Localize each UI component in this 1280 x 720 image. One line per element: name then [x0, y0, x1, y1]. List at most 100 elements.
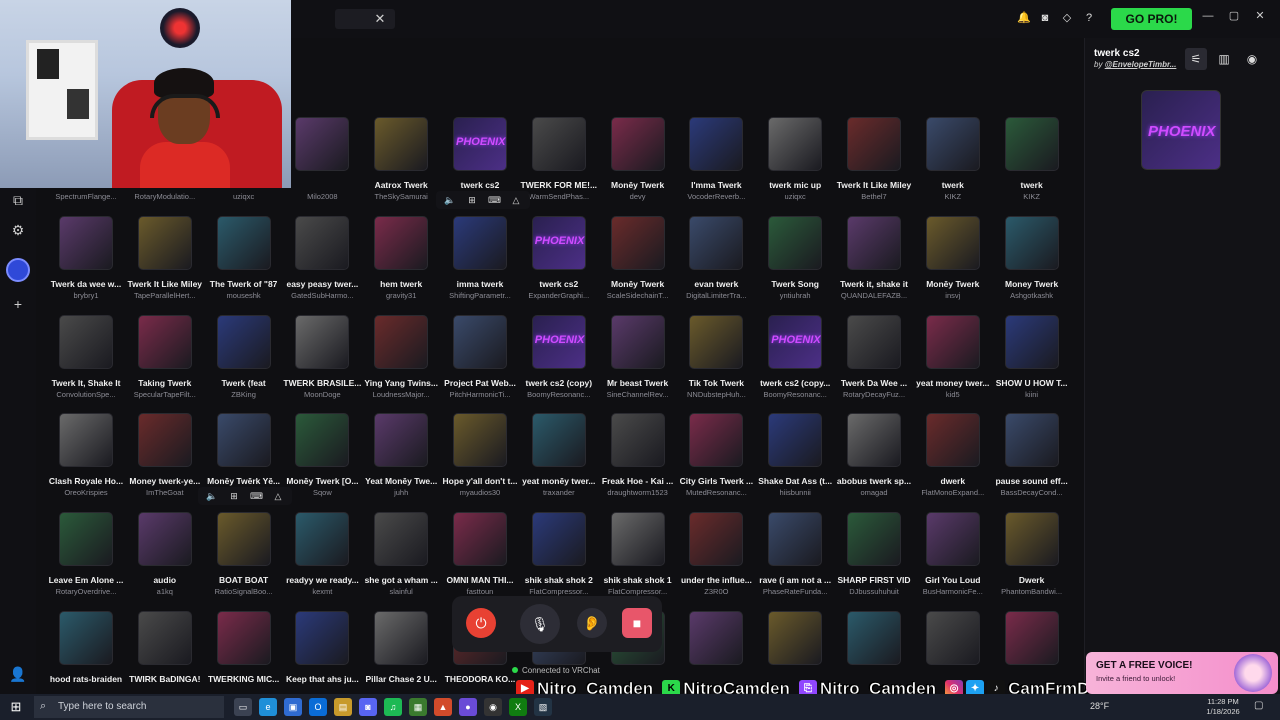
power-button[interactable]: ⏻: [466, 608, 496, 638]
sound-tile[interactable]: Twerk It Like Miley TapeParallelHert...: [125, 209, 205, 305]
sound-tile[interactable]: shik shak shok 1 FlatCompressor...: [598, 505, 678, 601]
sound-tile[interactable]: rave (i am not a ... PhaseRateFunda...: [755, 505, 835, 601]
sound-tile[interactable]: yeat monēy twer... traxander: [519, 406, 599, 502]
sound-tile[interactable]: Clash Royale Ho... OreoKrispies: [46, 406, 126, 502]
sound-tile[interactable]: TWIRK BaDINGA!: [125, 604, 205, 694]
sound-tile[interactable]: Pillar Chase 2 U...: [361, 604, 441, 694]
sound-tile[interactable]: Girl You Loud BusHarmonicFe...: [913, 505, 993, 601]
gear-icon[interactable]: ⚙: [8, 220, 28, 240]
sound-tile[interactable]: yeat money twer... kid5: [913, 308, 993, 404]
sound-tile[interactable]: twerk cs2 (copy...BoomyResonanc...: [755, 308, 835, 404]
bell-icon[interactable]: 🔔: [1017, 10, 1031, 26]
sound-tile[interactable]: Twerk (feat ZBKing: [204, 308, 284, 404]
sound-tile[interactable]: Dwerk PhantomBandwi...: [992, 505, 1072, 601]
sound-tile[interactable]: twerk mic up uziqxc: [755, 110, 835, 206]
sound-tile[interactable]: Keep that ahs ju...: [282, 604, 362, 694]
sound-tile[interactable]: Hope y'all don't t... myaudios30: [440, 406, 520, 502]
window-close-icon[interactable]: ✕: [1254, 8, 1266, 24]
microphone-button[interactable]: 🎙: [520, 604, 560, 644]
notification-icon[interactable]: ▢: [1254, 699, 1268, 713]
sound-tile[interactable]: Money Twerk Ashgotkashk: [992, 209, 1072, 305]
maximize-icon[interactable]: ▢: [1228, 8, 1240, 24]
sound-tile[interactable]: Yeat Monēy Twe... juhh: [361, 406, 441, 502]
sound-tile[interactable]: Shake Dat Ass (t... hiisbunnii: [755, 406, 835, 502]
sound-tile[interactable]: Project Pat Web... PitchHarmonicTi...: [440, 308, 520, 404]
sound-tile[interactable]: Ying Yang Twins... LoudnessMajor...: [361, 308, 441, 404]
help-icon[interactable]: ?: [1083, 10, 1095, 26]
sound-tile[interactable]: hood rats-braiden: [46, 604, 126, 694]
keybind-icon[interactable]: ⌨: [488, 194, 501, 206]
sound-tile[interactable]: Money twerk-ye... ImTheGoat: [125, 406, 205, 502]
sound-tile[interactable]: twerk cs2 (copy)BoomyResonanc...: [519, 308, 599, 404]
sound-tile[interactable]: Twerk it, shake it QUANDALEFAZB...: [834, 209, 914, 305]
app-icon[interactable]: ▧: [534, 698, 552, 716]
warning-icon[interactable]: △: [510, 194, 522, 206]
sound-tile[interactable]: Twerk It Like Miley Bethel7: [834, 110, 914, 206]
outlook-icon[interactable]: O: [309, 698, 327, 716]
sound-tile[interactable]: hem twerk gravity31: [361, 209, 441, 305]
sound-tile[interactable]: The Twerk of "87 mouseshk: [204, 209, 284, 305]
sound-tile[interactable]: Twerk da wee w... brybry1: [46, 209, 126, 305]
discord-icon[interactable]: ◙: [1039, 10, 1051, 26]
discord-taskbar-icon[interactable]: ◙: [359, 698, 377, 716]
sound-tile[interactable]: I'mma Twerk VocoderReverb...: [676, 110, 756, 206]
add-to-board-icon[interactable]: ⊞: [228, 490, 240, 502]
sound-tile[interactable]: twerk KIKZ: [913, 110, 993, 206]
sound-tile[interactable]: OMNI MAN THI... fasttoun: [440, 505, 520, 601]
sound-tile[interactable]: under the influe... Z3R0O: [676, 505, 756, 601]
sound-tile[interactable]: Twerk Song yntiuhrah: [755, 209, 835, 305]
sound-tile[interactable]: Leave Em Alone ... RotaryOverdrive...: [46, 505, 126, 601]
sound-tile[interactable]: Milo2008: [282, 110, 362, 206]
sound-tile[interactable]: TWERK FOR ME!... WarmSendPhas...: [519, 110, 599, 206]
sound-tile[interactable]: TWERKING MIC...: [204, 604, 284, 694]
sound-tile[interactable]: imma twerk ShiftingParametr...: [440, 209, 520, 305]
keybind-icon[interactable]: ⌨: [250, 490, 263, 502]
diamond-icon[interactable]: ◇: [1061, 10, 1073, 26]
task-view-icon[interactable]: ▭: [234, 698, 252, 716]
sound-tile[interactable]: Mr beast Twerk SineChannelRev...: [598, 308, 678, 404]
app-icon[interactable]: ▣: [284, 698, 302, 716]
minimize-icon[interactable]: —: [1202, 8, 1214, 24]
sound-tile[interactable]: Freak Hoe - Kai ... draughtworm1523: [598, 406, 678, 502]
sound-tile[interactable]: shik shak shok 2 FlatCompressor...: [519, 505, 599, 601]
sound-tile[interactable]: SHOW U HOW T... kiini: [992, 308, 1072, 404]
active-app-icon[interactable]: [6, 258, 30, 282]
sound-tile[interactable]: Monēy Twerk ScaleSidechainT...: [598, 209, 678, 305]
sound-tile[interactable]: abobus twerk sp... omagad: [834, 406, 914, 502]
weather[interactable]: 28°F: [1090, 701, 1109, 711]
warning-icon[interactable]: △: [272, 490, 284, 502]
sound-tile[interactable]: pause sound eff... BassDecayCond...: [992, 406, 1072, 502]
sound-tile[interactable]: Aatrox Twerk TheSkySamurai: [361, 110, 441, 206]
windows-start-icon[interactable]: ⊞: [8, 699, 24, 715]
sound-tile[interactable]: Monēy Twerk devy: [598, 110, 678, 206]
sound-tile[interactable]: evan twerk DigitalLimiterTra...: [676, 209, 756, 305]
app-icon[interactable]: ●: [459, 698, 477, 716]
sound-tile[interactable]: Taking Twerk SpecularTapeFilt...: [125, 308, 205, 404]
taskbar-search-input[interactable]: Type here to search: [34, 696, 224, 718]
add-icon[interactable]: +: [8, 294, 28, 314]
user-icon[interactable]: 👤: [8, 664, 28, 684]
book-icon[interactable]: ▥: [1213, 48, 1235, 70]
record-icon[interactable]: ◉: [1241, 48, 1263, 70]
sound-tile[interactable]: twerk cs2ExpanderGraphi...: [519, 209, 599, 305]
author-link[interactable]: @EnvelopeTimbr...: [1105, 60, 1177, 69]
sound-tile[interactable]: dwerk FlatMonoExpand...: [913, 406, 993, 502]
sound-tile[interactable]: readyy we ready... kexmt: [282, 505, 362, 601]
sound-tile[interactable]: Tik Tok Twerk NNDubstepHuh...: [676, 308, 756, 404]
clock[interactable]: 11:28 PM 1/18/2026: [1200, 697, 1246, 717]
volume-icon[interactable]: 🔈: [206, 490, 218, 502]
file-explorer-icon[interactable]: ▤: [334, 698, 352, 716]
edge-icon[interactable]: e: [259, 698, 277, 716]
sound-tile[interactable]: twerk KIKZ: [992, 110, 1072, 206]
sound-tile[interactable]: TWERK BRASILE... MoonDoge: [282, 308, 362, 404]
sound-tile[interactable]: SHARP FIRST VID DJbussuhuhuit: [834, 505, 914, 601]
sound-tile[interactable]: she got a wham ... slainful: [361, 505, 441, 601]
settings-sliders-icon[interactable]: ⚟: [1185, 48, 1207, 70]
close-icon[interactable]: ✕: [372, 10, 388, 28]
minecraft-icon[interactable]: ▦: [409, 698, 427, 716]
stop-button[interactable]: ■: [622, 608, 652, 638]
go-pro-button[interactable]: GO PRO!: [1111, 8, 1192, 30]
listen-button[interactable]: 👂: [577, 608, 607, 638]
spotify-icon[interactable]: ♫: [384, 698, 402, 716]
free-voice-promo[interactable]: GET A FREE VOICE! Invite a friend to unl…: [1086, 652, 1278, 694]
